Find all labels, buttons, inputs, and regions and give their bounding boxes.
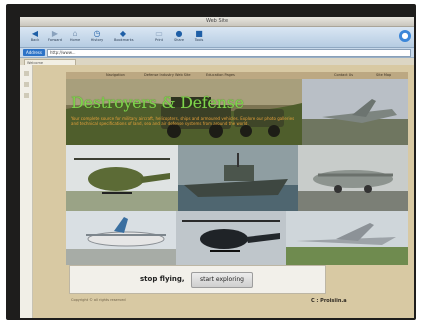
start-button[interactable]: start exploring xyxy=(191,272,253,288)
stop-flying-text: stop flying, xyxy=(140,275,185,283)
back-label: Back xyxy=(30,38,40,42)
bookmarks-label: Bookmarks xyxy=(114,38,134,42)
home-icon: ⌂ xyxy=(72,29,78,38)
forward-button[interactable]: ▶ Forward xyxy=(46,29,64,43)
monitor-bezel: Web Site ◀ Back ▶ Forward ⌂ Home ◷ Histo… xyxy=(6,4,416,320)
share-icon: ● xyxy=(175,29,183,38)
page-headline: Destroyers & Defense xyxy=(71,93,244,112)
browser-window: Web Site ◀ Back ▶ Forward ⌂ Home ◷ Histo… xyxy=(20,17,414,318)
tab-bar: Welcome xyxy=(20,58,414,66)
tools-label: Tools xyxy=(194,38,204,42)
share-label: Share xyxy=(173,38,185,42)
history-icon: ◷ xyxy=(93,29,101,38)
attack-helicopter-photo[interactable] xyxy=(66,145,178,211)
window-title: Web Site xyxy=(205,18,229,24)
sidebar-item[interactable] xyxy=(23,82,29,87)
fighter-jet-photo[interactable] xyxy=(302,79,408,145)
back-button[interactable]: ◀ Back xyxy=(26,29,44,43)
tools-button[interactable]: ■ Tools xyxy=(190,29,208,43)
site-navigation: Navigation Defense Industry Web Site Edu… xyxy=(66,72,408,79)
forward-label: Forward xyxy=(47,38,63,42)
patrol-boat-photo[interactable] xyxy=(178,145,298,211)
print-label: Print xyxy=(154,38,164,42)
settings-icon: ■ xyxy=(195,29,203,38)
title-bar: Web Site xyxy=(20,17,414,34)
nav-link[interactable]: Navigation xyxy=(106,72,125,79)
nav-link[interactable]: Education Pages xyxy=(206,72,235,79)
history-label: History xyxy=(90,38,104,42)
footer-logo-text: C : Proisiin.a xyxy=(311,298,347,304)
web-page: Navigation Defense Industry Web Site Edu… xyxy=(33,65,414,318)
sidebar xyxy=(20,65,33,318)
copyright-text: Copyright © all rights reserved xyxy=(71,298,126,302)
action-bar: stop flying, start exploring xyxy=(69,265,326,294)
info-icon: ● xyxy=(401,31,409,40)
forward-icon: ▶ xyxy=(51,29,59,38)
address-bar: Address http://www... xyxy=(20,48,414,58)
delta-wing-jet-photo[interactable] xyxy=(286,211,408,265)
print-icon: ▭ xyxy=(155,29,163,38)
page-intro-text: Your complete source for military aircra… xyxy=(71,116,295,126)
sidebar-item[interactable] xyxy=(23,93,29,98)
home-button[interactable]: ⌂ Home xyxy=(66,29,84,43)
page-content: Navigation Defense Industry Web Site Edu… xyxy=(66,72,408,306)
nav-link[interactable]: Site Map xyxy=(376,72,391,79)
browser-toolbar: ◀ Back ▶ Forward ⌂ Home ◷ History ◆ Book… xyxy=(20,27,414,48)
back-icon: ◀ xyxy=(31,29,39,38)
turboprop-plane-photo[interactable] xyxy=(66,211,176,265)
history-button[interactable]: ◷ History xyxy=(88,29,106,43)
address-label: Address xyxy=(23,49,45,56)
bookmarks-button[interactable]: ◆ Bookmarks xyxy=(114,29,134,43)
bookmark-icon: ◆ xyxy=(119,29,127,38)
black-helicopter-photo[interactable] xyxy=(176,211,286,265)
nav-link[interactable]: Contact Us xyxy=(334,72,353,79)
url-input[interactable]: http://www... xyxy=(47,49,411,57)
share-button[interactable]: ● Share xyxy=(170,29,188,43)
armored-vehicle-photo[interactable] xyxy=(66,79,302,145)
sidebar-item[interactable] xyxy=(23,71,29,76)
nav-link[interactable]: Defense Industry Web Site xyxy=(144,72,191,79)
transport-aircraft-photo[interactable] xyxy=(298,145,408,211)
home-label: Home xyxy=(69,38,81,42)
info-button[interactable]: ● xyxy=(399,30,411,42)
print-button[interactable]: ▭ Print xyxy=(150,29,168,43)
